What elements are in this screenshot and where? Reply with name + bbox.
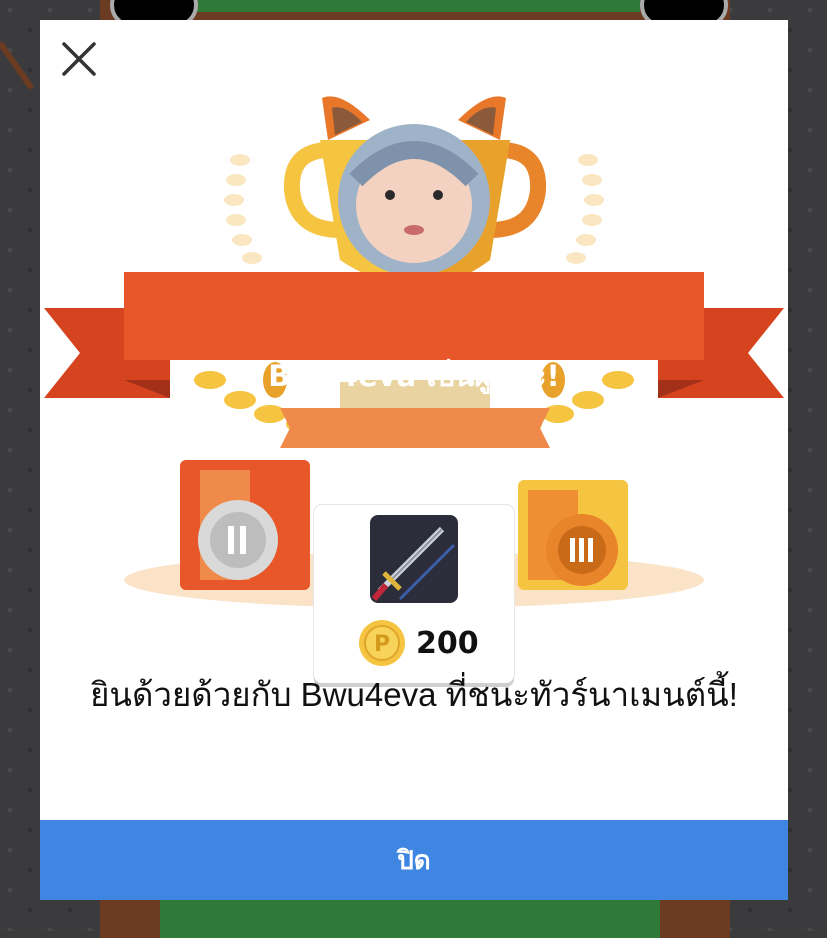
laurel-right-upper-icon [566, 154, 604, 264]
pool-table-felt-bottom [160, 898, 660, 938]
tournament-winner-dialog: Bwu4eva เป็นผู้ชนะ! รางวัลที่ 1 P 200 ยิ… [40, 20, 788, 900]
pool-table-felt-top [190, 0, 640, 12]
sword-icon [370, 515, 458, 603]
winner-illustration: Bwu4eva เป็นผู้ชนะ! รางวัลที่ 1 P 200 [40, 80, 788, 683]
svg-text:P: P [374, 632, 390, 657]
laurel-left-upper-icon [224, 154, 262, 264]
p-coin-icon: P [358, 619, 406, 667]
prize-amount: 200 [416, 625, 479, 661]
congratulation-message: ยินด้วยด้วยกับ Bwu4eva ที่ชนะทัวร์นาเมนต… [90, 676, 738, 713]
close-button[interactable]: ปิด [40, 820, 788, 900]
place-label: รางวัลที่ 1 [365, 476, 465, 502]
winner-banner-text: Bwu4eva เป็นผู้ชนะ! [268, 359, 560, 393]
prize-card: P 200 [314, 505, 514, 683]
close-icon[interactable] [58, 38, 100, 80]
